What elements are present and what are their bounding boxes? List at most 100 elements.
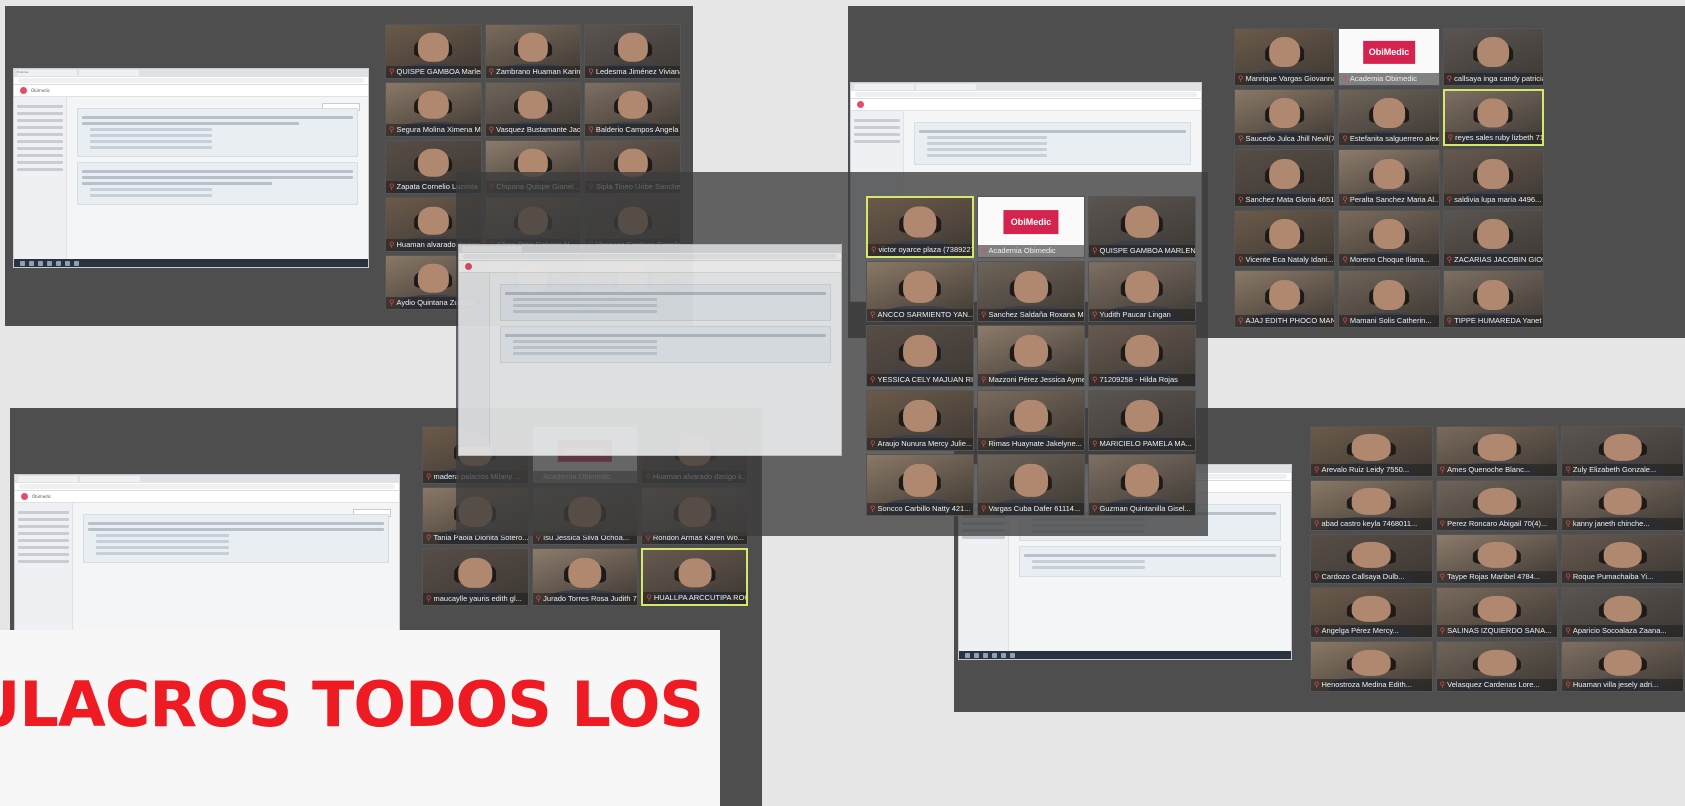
participant-tile[interactable]: ⚲ Taype Rojas Maribel 4784...	[1435, 533, 1559, 585]
participant-name: ⚲ ANCCO SARMIENTO YAN...	[867, 309, 974, 322]
participant-tile[interactable]: ⚲ Mazzoni Pérez Jessica Ayme...	[977, 325, 1085, 387]
participant-tile[interactable]: ⚲ Segura Molina Ximena M...	[385, 81, 482, 137]
participant-tile[interactable]: ⚲ Roque Pumachaiba Yi...	[1561, 533, 1684, 585]
participant-name: ⚲Manrique Vargas Giovanna ...	[1235, 72, 1335, 85]
participant-tile[interactable]: ⚲ Angelga Pérez Mercy...	[1310, 587, 1433, 639]
muted-mic-icon: ⚲	[981, 503, 987, 513]
participant-face	[517, 32, 549, 62]
participant-tile[interactable]: ⚲ QUISPE GAMBOA Marleni	[385, 24, 482, 79]
participant-tile[interactable]: ⚲ ANCCO SARMIENTO YAN...	[866, 260, 974, 323]
participant-face	[903, 399, 937, 432]
browser-tab[interactable]	[79, 70, 139, 76]
participant-tile[interactable]: ⚲QUISPE GAMBOA MARLENI ...	[1088, 196, 1196, 258]
promo-banner: ULACROS TODOS LOS	[0, 630, 720, 806]
participant-tile[interactable]: ⚲ TIPPE HUMAREDA Yanet	[1442, 270, 1544, 328]
muted-mic-icon: ⚲	[389, 182, 395, 192]
muted-mic-icon: ⚲	[389, 297, 395, 307]
participant-tile[interactable]: ⚲ Balderio Campos Angela ...	[584, 81, 681, 137]
participant-tile[interactable]: ⚲ Henostroza Medina Edith...	[1310, 641, 1433, 692]
participant-tile[interactable]: ⚲ Aparicio Socoalaza Zaana...	[1561, 587, 1684, 639]
participant-tile[interactable]: ⚲ Mamani Solis Catherin...	[1338, 270, 1440, 328]
participant-tile[interactable]: ⚲ 71209258 - Hilda Rojas	[1088, 325, 1196, 387]
browser-tab[interactable]	[916, 84, 976, 90]
browser-tab[interactable]	[80, 476, 140, 482]
participant-tile[interactable]: ⚲reyes sales ruby lizbeth 7152...	[1442, 88, 1544, 147]
answer-option[interactable]	[90, 188, 212, 191]
participant-tile[interactable]: ⚲ Guzman Quintanilla Gisel...	[1088, 454, 1196, 516]
muted-mic-icon: ⚲	[981, 310, 987, 320]
participant-tile[interactable]: ⚲HUALLPA ARCCUTIPA ROCI...	[641, 548, 748, 606]
participant-tile[interactable]: ⚲ZACARIAS JACOBIN GIOR...	[1442, 209, 1544, 268]
participant-tile[interactable]: ⚲Vasquez Bustamante Jack...	[484, 81, 582, 137]
browser-tab[interactable]	[18, 476, 78, 482]
participant-face	[1268, 158, 1301, 189]
participant-tile[interactable]: ⚲ Zuly Elizabeth Gonzale...	[1561, 426, 1684, 477]
browser-tab[interactable]: Examen	[17, 70, 77, 76]
participant-tile[interactable]: ObiMedic ⚲Academia Obimedic	[1338, 28, 1440, 86]
participant-tile[interactable]: ⚲Manrique Vargas Giovanna ...	[1234, 28, 1336, 86]
muted-mic-icon: ⚲	[871, 244, 877, 254]
participant-tile[interactable]: ⚲ AJAJ EDITH PHOCO MAN...	[1234, 270, 1336, 328]
muted-mic-icon: ⚲	[426, 594, 432, 603]
participant-tile[interactable]: ⚲ maucaylle yauris edith gl...	[422, 548, 529, 606]
answer-option[interactable]	[90, 134, 212, 137]
address-bar[interactable]	[18, 78, 364, 83]
participant-tile[interactable]: ObiMedic ⚲Academia Obimedic	[977, 196, 1085, 258]
participant-tile[interactable]: ⚲ Zambrano Huaman Karina	[484, 24, 582, 79]
participant-tile[interactable]: ⚲ Vargas Cuba Dafer 61114...	[977, 454, 1085, 516]
participant-tile[interactable]: ⚲ Araujo Nunura Mercy Julie...	[866, 389, 974, 452]
participant-tile[interactable]: ⚲ Vicente Eca Nataly Idani...	[1234, 209, 1336, 268]
muted-mic-icon: ⚲	[1342, 315, 1348, 325]
muted-mic-icon: ⚲	[1342, 73, 1348, 83]
participant-name-text: ANCCO SARMIENTO YAN...	[877, 310, 974, 320]
participant-tile[interactable]: ⚲ kanny janeth chinche...	[1561, 479, 1684, 531]
participant-tile[interactable]: ⚲ SALINAS IZQUIERDO SANA...	[1435, 587, 1559, 639]
participant-name-text: QUISPE GAMBOA Marleni	[396, 66, 481, 76]
participant-tile[interactable]: ⚲ Ledesma Jiménez Viviana	[584, 24, 681, 79]
answer-option[interactable]	[90, 146, 212, 149]
participant-name: ⚲ Mamani Solis Catherin...	[1339, 314, 1439, 327]
answer-option[interactable]	[90, 128, 212, 131]
participant-tile[interactable]: ⚲callsaya inga candy patricia ...	[1442, 28, 1544, 86]
participant-tile[interactable]: ⚲ saldivia lupa maria 4496...	[1442, 149, 1544, 207]
muted-mic-icon: ⚲	[870, 503, 876, 513]
participant-name-text: Zambrano Huaman Karina	[496, 66, 581, 76]
participant-tile[interactable]: ⚲ Peralta Sanchez Maria Al...	[1338, 149, 1440, 207]
participant-tile[interactable]: ⚲ Yudith Paucar Lingan	[1088, 260, 1196, 323]
participant-tile[interactable]: ⚲ Cardozo Callsaya Dulb...	[1310, 533, 1433, 585]
participant-tile[interactable]: ⚲ Rimas Huaynate Jakelyne...	[977, 389, 1085, 452]
participant-name: ⚲ Rimas Huaynate Jakelyne...	[978, 438, 1084, 451]
participant-face	[568, 557, 602, 588]
participant-tile[interactable]: ⚲ Velasquez Cardenas Lore...	[1435, 641, 1559, 692]
participant-name: ⚲ Vicente Eca Nataly Idani...	[1235, 254, 1335, 267]
muted-mic-icon: ⚲	[1092, 245, 1098, 255]
participant-tile[interactable]: ⚲Sanchez Mata Gloria 465145...	[1234, 149, 1336, 207]
participant-tile[interactable]: ⚲ MARICIELO PAMELA MA...	[1088, 389, 1196, 452]
address-bar[interactable]	[19, 484, 395, 489]
participant-tile[interactable]: ⚲ abad castro keyla 7468011...	[1310, 479, 1433, 531]
participant-tile[interactable]: ⚲ Ames Quenoche Blanc...	[1435, 426, 1559, 477]
participant-tile[interactable]: ⚲ Jurado Torres Rosa Judith 70...	[531, 548, 639, 606]
participant-tile[interactable]: ⚲ victor oyarce plaza (7389227...	[866, 196, 974, 258]
participant-name: ⚲QUISPE GAMBOA MARLENI ...	[1089, 244, 1195, 257]
answer-option[interactable]	[90, 140, 212, 143]
muted-mic-icon: ⚲	[1314, 626, 1320, 636]
participant-tile[interactable]: ⚲ Arevalo Ruiz Leidy 7550...	[1310, 426, 1433, 477]
participant-face	[1477, 541, 1517, 569]
participant-tile[interactable]: ⚲YESSICA CELY MAJUAN RIVE...	[866, 325, 974, 387]
participant-tile[interactable]: ⚲ Moreno Choque Iliana...	[1338, 209, 1440, 268]
participant-tile[interactable]: ⚲Saucedo Julca Jhill Nevil(7x0...	[1234, 88, 1336, 147]
participant-tile[interactable]: ⚲ Perez Roncaro Abigail 70(4)...	[1435, 479, 1559, 531]
participant-name-text: Rimas Huaynate Jakelyne...	[988, 439, 1082, 449]
participant-tile[interactable]: ⚲ Sanchez Saldaña Roxana Ma...	[977, 260, 1085, 323]
participant-tile[interactable]: ⚲ Soncco Carbillo Natty 421...	[866, 454, 974, 516]
video-grid-top-right: ⚲Manrique Vargas Giovanna ...ObiMedic⚲Ac…	[1234, 28, 1544, 328]
participant-tile[interactable]: ⚲ Estefanita salguerrero alex...	[1338, 88, 1440, 147]
participant-face	[1268, 219, 1301, 250]
browser-tab[interactable]	[854, 84, 914, 90]
address-bar[interactable]	[855, 92, 1197, 97]
answer-option[interactable]	[90, 194, 212, 197]
participant-name-text: saldivia lupa maria 4496...	[1454, 194, 1542, 204]
participant-face	[1352, 595, 1391, 623]
participant-tile[interactable]: ⚲ Huaman villa jesely adri...	[1561, 641, 1684, 692]
